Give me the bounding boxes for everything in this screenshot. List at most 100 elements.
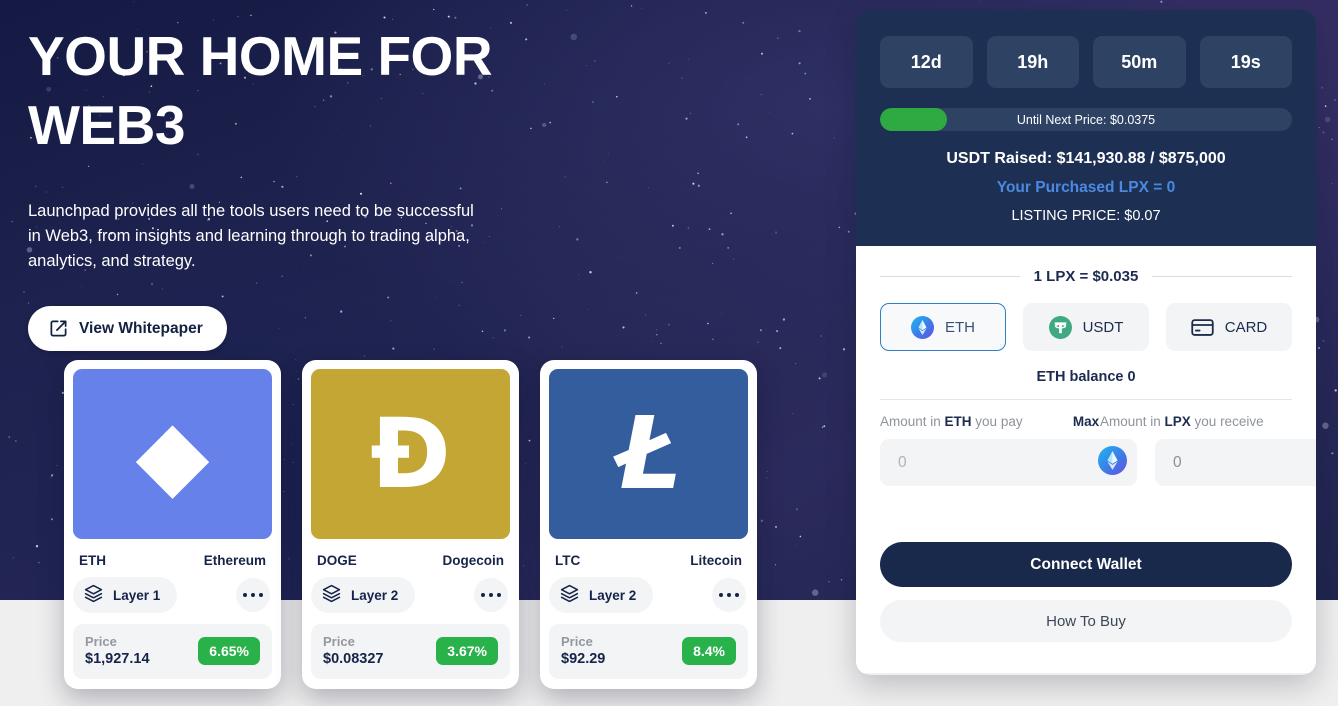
countdown-timer: 12d 19h 50m 19s — [880, 36, 1292, 88]
coin-price-block: Price $0.08327 — [323, 633, 383, 669]
dot — [250, 592, 256, 598]
coin-card[interactable]: Ð DOGE Dogecoin Layer 2 Price $0.08327 3.67% — [302, 360, 519, 689]
dot — [718, 592, 724, 598]
listing-price-text: LISTING PRICE: $0.07 — [1011, 208, 1161, 224]
pay-field-label: Amount in ETH you pay — [880, 414, 1072, 429]
view-whitepaper-label: View Whitepaper — [79, 319, 203, 337]
coin-logo: Ł — [549, 369, 748, 539]
coin-ticker: DOGE — [317, 553, 357, 568]
payment-method-group: ETH USDT CARD — [880, 303, 1292, 351]
receive-amount-input[interactable] — [1173, 453, 1316, 472]
coin-options-button[interactable] — [712, 578, 746, 612]
layers-icon — [322, 584, 341, 606]
coin-card-list: ◆ ETH Ethereum Layer 1 Price $1,927.14 6.65% Ð D… — [64, 360, 757, 689]
receive-label-suffix: you receive — [1190, 414, 1264, 429]
hero-description: Launchpad provides all the tools users n… — [28, 202, 474, 270]
divider-left — [880, 276, 1020, 277]
coin-fullname: Ethereum — [203, 553, 266, 568]
amount-inputs-row — [880, 439, 1316, 486]
coin-ticker: ETH — [79, 553, 106, 568]
price-label: Price — [85, 634, 117, 649]
receive-label-prefix: Amount in — [1099, 414, 1165, 429]
price-change-badge: 8.4% — [682, 637, 736, 665]
payment-method-label: CARD — [1224, 318, 1268, 336]
price-value: $1,927.14 — [85, 651, 150, 667]
coin-symbol-glyph: Ł — [615, 395, 682, 512]
payment-method-usdt-button[interactable]: USDT — [1023, 303, 1149, 351]
layer-label: Layer 1 — [113, 587, 161, 603]
coin-symbol-glyph: ◆ — [135, 398, 210, 510]
payment-method-eth-button[interactable]: ETH — [880, 303, 1006, 351]
layer-badge: Layer 1 — [73, 577, 178, 613]
pay-label-token: ETH — [944, 414, 972, 429]
layer-badge: Layer 2 — [549, 577, 654, 613]
layer-label: Layer 2 — [351, 587, 399, 603]
exchange-rate-label: 1 LPX = $0.035 — [1033, 268, 1139, 285]
coin-fullname: Dogecoin — [442, 553, 504, 568]
coin-fullname: Litecoin — [690, 553, 742, 568]
coin-price-block: Price $1,927.14 — [85, 633, 150, 669]
external-link-icon — [49, 319, 68, 338]
price-value: $92.29 — [561, 651, 606, 667]
coin-price-row: Price $92.29 8.4% — [549, 624, 748, 679]
countdown-unit: 50m — [1093, 36, 1186, 88]
dot — [242, 592, 248, 598]
page-title: YOUR HOME FOR WEB3 — [28, 25, 493, 156]
receive-label-token: LPX — [1164, 414, 1191, 429]
pay-label-prefix: Amount in — [880, 414, 945, 429]
dot — [496, 592, 502, 598]
coin-price-row: Price $0.08327 3.67% — [311, 624, 510, 679]
form-divider — [880, 399, 1292, 400]
dot — [726, 592, 732, 598]
purchased-lpx-text: Your Purchased LPX = 0 — [996, 179, 1176, 196]
pay-amount-input[interactable] — [898, 453, 1098, 472]
coin-logo: Ð — [311, 369, 510, 539]
coin-meta-row: Layer 2 — [549, 568, 748, 613]
pay-label-suffix: you pay — [971, 414, 1023, 429]
payment-method-label: USDT — [1082, 318, 1124, 336]
price-change-badge: 6.65% — [198, 637, 260, 665]
coin-name-row: ETH Ethereum — [73, 539, 272, 568]
coin-card[interactable]: ◆ ETH Ethereum Layer 1 Price $1,927.14 6.65% — [64, 360, 281, 689]
coin-name-row: LTC Litecoin — [549, 539, 748, 568]
coin-symbol-glyph: Ð — [370, 398, 451, 510]
coin-ticker: LTC — [555, 553, 581, 568]
countdown-unit: 19s — [1199, 36, 1292, 88]
payment-method-label: ETH — [945, 318, 975, 336]
view-whitepaper-button[interactable]: View Whitepaper — [28, 306, 227, 351]
coin-meta-row: Layer 1 — [73, 568, 272, 613]
coin-meta-row: Layer 2 — [311, 568, 510, 613]
how-to-buy-button[interactable]: How To Buy — [880, 600, 1292, 642]
coin-options-button[interactable] — [236, 578, 270, 612]
receive-amount-field-wrapper — [1155, 439, 1316, 486]
countdown-unit: 19h — [986, 36, 1079, 88]
presale-status-section: 12d 19h 50m 19s Until Next Price: $0.0375 U… — [856, 10, 1316, 246]
price-label: Price — [323, 634, 355, 649]
coin-card[interactable]: Ł LTC Litecoin Layer 2 Price $92.29 8.4% — [540, 360, 757, 689]
layers-icon — [560, 584, 579, 606]
input-labels-row: Amount in ETH you pay Max Amount in LPX … — [880, 414, 1292, 429]
wallet-balance-label: ETH balance 0 — [1036, 369, 1136, 385]
coin-name-row: DOGE Dogecoin — [311, 539, 510, 568]
presale-purchase-panel: 12d 19h 50m 19s Until Next Price: $0.0375 U… — [856, 10, 1316, 675]
coin-logo: ◆ — [73, 369, 272, 539]
divider-right — [1152, 276, 1292, 277]
payment-method-card-button[interactable]: CARD — [1166, 303, 1292, 351]
connect-wallet-button[interactable]: Connect Wallet — [880, 542, 1292, 587]
max-amount-button[interactable]: Max — [1073, 414, 1099, 429]
dot — [258, 592, 264, 598]
coin-price-row: Price $1,927.14 6.65% — [73, 624, 272, 679]
dot — [488, 592, 494, 598]
dot — [734, 592, 740, 598]
presale-progress-bar: Until Next Price: $0.0375 — [880, 108, 1292, 131]
coin-options-button[interactable] — [474, 578, 508, 612]
layer-label: Layer 2 — [589, 587, 637, 603]
usdt-coin-icon — [1048, 315, 1072, 339]
pay-amount-field-wrapper — [880, 439, 1137, 486]
countdown-unit: 12d — [880, 36, 973, 88]
layer-badge: Layer 2 — [311, 577, 416, 613]
price-value: $0.08327 — [323, 651, 384, 667]
usdt-raised-text: USDT Raised: $141,930.88 / $875,000 — [946, 150, 1226, 167]
layers-icon — [84, 584, 103, 606]
hero-content: YOUR HOME FOR WEB3 Launchpad provides al… — [28, 22, 548, 351]
